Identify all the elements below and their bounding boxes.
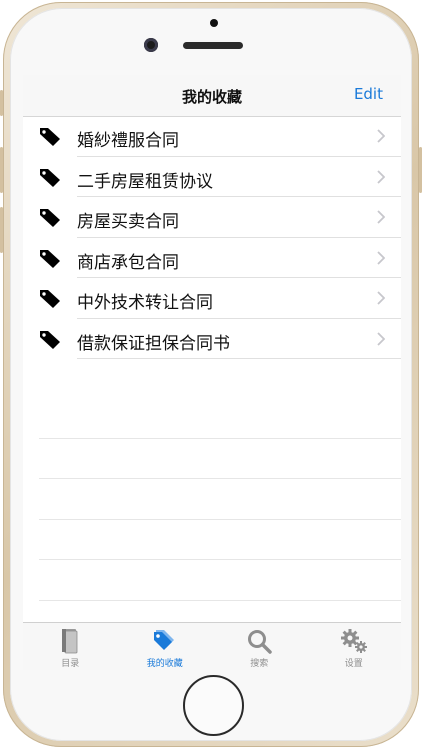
favorite-item[interactable]: 婚紗禮服合同	[23, 116, 401, 157]
chevron-right-icon	[377, 129, 385, 143]
favorite-item-label: 二手房屋租赁协议	[77, 171, 213, 192]
favorite-item[interactable]: 二手房屋租赁协议	[23, 157, 401, 198]
tag-icon	[40, 249, 60, 268]
favorite-item-label: 中外技术转让合同	[77, 293, 213, 313]
favorite-item-label: 商店承包合同	[77, 252, 179, 273]
favorite-item[interactable]: 商店承包合同	[23, 238, 401, 279]
chevron-right-icon	[377, 291, 385, 305]
home-button[interactable]	[183, 675, 244, 736]
chevron-right-icon	[377, 210, 385, 224]
favorite-item[interactable]: 中外技术转让合同	[23, 278, 401, 319]
tab-label: 设置	[344, 659, 363, 669]
tag-icon	[40, 168, 60, 187]
earpiece-speaker	[183, 42, 243, 49]
navigation-bar: 我的收藏 Edit	[23, 75, 401, 117]
chevron-right-icon	[377, 169, 385, 184]
tab-label: 目录	[61, 659, 80, 669]
favorite-item-label: 房屋买卖合同	[77, 212, 179, 232]
proximity-sensor	[210, 19, 218, 27]
tag-icon	[153, 630, 174, 650]
tag-icon	[40, 128, 60, 146]
favorite-item-label: 借款保证担保合同书	[77, 333, 230, 354]
favorite-item[interactable]: 借款保证担保合同书	[23, 319, 401, 360]
volume-down-button	[0, 207, 3, 253]
favorites-list: 婚紗禮服合同二手房屋租赁协议 房屋买卖合同 商店承包合同中外技术转让合同 借款保证担保…	[23, 116, 401, 359]
tag-icon	[40, 330, 60, 349]
page-title: 我的收藏	[181, 88, 242, 106]
book-icon	[62, 629, 78, 654]
tab-label: 搜索	[250, 659, 269, 669]
separator	[39, 560, 401, 601]
front-camera	[144, 38, 158, 52]
empty-list-separators	[39, 398, 401, 641]
separator	[39, 520, 401, 560]
tab-catalog[interactable]: 目录	[23, 623, 118, 670]
tab-label: 我的收藏	[146, 659, 183, 669]
tab-favorites[interactable]: 我的收藏	[118, 623, 213, 670]
tag-icon	[40, 209, 60, 227]
edit-button[interactable]: Edit	[354, 85, 383, 103]
favorite-item-label: 婚紗禮服合同	[77, 131, 179, 151]
separator	[39, 479, 401, 520]
tab-bar: 目录 我的收藏 搜索 设置	[23, 622, 401, 670]
search-icon	[248, 630, 272, 654]
chevron-right-icon	[377, 250, 385, 265]
tab-search[interactable]: 搜索	[212, 623, 307, 670]
chevron-right-icon	[377, 331, 385, 346]
gears-icon	[340, 629, 367, 653]
phone-frame: 我的收藏 Edit 婚紗禮服合同二手房屋租赁协议 房屋买卖合同 商店承包合同中外技术…	[0, 2, 422, 747]
tag-icon	[40, 290, 60, 308]
tab-settings[interactable]: 设置	[307, 623, 402, 670]
app-screen: 我的收藏 Edit 婚紗禮服合同二手房屋租赁协议 房屋买卖合同 商店承包合同中外技术…	[23, 75, 401, 670]
favorite-item[interactable]: 房屋买卖合同	[23, 197, 401, 238]
separator	[39, 398, 401, 439]
separator	[39, 439, 401, 479]
volume-up-button	[0, 147, 3, 193]
mute-switch	[0, 90, 3, 116]
